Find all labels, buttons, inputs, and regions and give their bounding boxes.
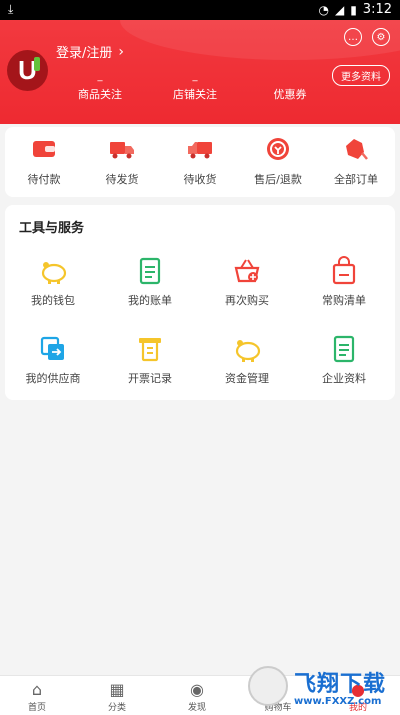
order-label: 待付款	[27, 173, 61, 186]
tool-label: 资金管理	[225, 372, 269, 385]
shopping-bag-icon	[332, 256, 356, 285]
order-pending-payment[interactable]: 待付款	[5, 137, 83, 187]
header-actions: … ⚙	[344, 28, 390, 46]
stat-product-follow[interactable]: _ 商品关注	[65, 70, 135, 102]
tab-category[interactable]: ▦ 分类	[77, 680, 157, 714]
tab-label: 分类	[107, 703, 126, 713]
login-label: 登录/注册	[56, 46, 113, 61]
tool-label: 企业资料	[322, 372, 366, 385]
order-pending-shipment[interactable]: 待发货	[83, 137, 161, 187]
login-register-link[interactable]: 登录/注册 ›	[56, 42, 124, 62]
fund-piggy-icon	[235, 340, 261, 362]
wifi-icon: ◔	[318, 2, 329, 17]
brand-logo-icon: U	[18, 55, 40, 86]
tab-label: 发现	[187, 703, 206, 713]
avatar[interactable]: U	[7, 50, 48, 91]
tool-frequent-list[interactable]: 常购清单	[296, 255, 392, 308]
order-label: 待发货	[105, 173, 139, 186]
grid-icon: ▦	[109, 680, 125, 699]
status-right: ◔ ◢ ▮ 3:12	[318, 2, 392, 17]
home-icon: ⌂	[31, 680, 43, 699]
tool-my-supplier[interactable]: 我的供应商	[5, 333, 101, 386]
tools-card: 工具与服务 我的钱包 我的账单 再次购买 常购清单 我的供应商 开票记录 资金管…	[5, 205, 395, 400]
all-orders-icon	[346, 139, 368, 160]
tool-label: 再次购买	[225, 294, 269, 307]
watermark: 飞翔下载 www.FXXZ.com	[248, 660, 400, 712]
delivery-truck-icon	[188, 142, 212, 159]
tool-label: 开票记录	[128, 372, 172, 385]
tool-fund-management[interactable]: 资金管理	[199, 333, 295, 386]
supplier-icon	[40, 336, 64, 360]
section-title: 工具与服务	[19, 221, 85, 236]
status-time: 3:12	[362, 2, 392, 17]
stats-row: _ 商品关注 _ 店铺关注 优惠券	[60, 70, 350, 104]
tab-label: 首页	[27, 703, 46, 713]
bill-icon	[139, 257, 161, 285]
stat-value: _	[192, 71, 198, 82]
order-label: 全部订单	[334, 173, 378, 186]
profile-header: U 登录/注册 › … ⚙ 更多资料 _ 商品关注 _ 店铺关注 优惠券	[0, 20, 400, 124]
stat-label: 商品关注	[78, 88, 122, 101]
status-bar: ⤓ ◔ ◢ ▮ 3:12	[0, 0, 400, 20]
gear-icon[interactable]: ⚙	[372, 28, 390, 46]
watermark-url: www.FXXZ.com	[294, 695, 382, 707]
stat-value: _	[97, 71, 103, 82]
tool-label: 常购清单	[322, 294, 366, 307]
order-label: 待收货	[183, 173, 217, 186]
tool-label: 我的供应商	[25, 372, 81, 385]
battery-icon: ▮	[350, 2, 357, 17]
tab-home[interactable]: ⌂ 首页	[0, 680, 77, 714]
tab-discover[interactable]: ◉ 发现	[157, 680, 237, 714]
orders-card: 待付款 待发货 待收货 售后/退款 全部订单	[5, 127, 395, 197]
order-after-sales[interactable]: 售后/退款	[239, 137, 317, 187]
watermark-title: 飞翔下载	[294, 670, 387, 696]
tool-my-bill[interactable]: 我的账单	[102, 255, 198, 308]
piggy-bank-icon	[41, 262, 67, 284]
stat-coupons[interactable]: 优惠券	[255, 70, 325, 102]
company-doc-icon	[333, 335, 355, 363]
tool-label: 我的账单	[128, 294, 172, 307]
message-icon[interactable]: …	[344, 28, 362, 46]
tool-buy-again[interactable]: 再次购买	[199, 255, 295, 308]
tool-invoice-records[interactable]: 开票记录	[102, 333, 198, 386]
tool-company-profile[interactable]: 企业资料	[296, 333, 392, 386]
invoice-icon	[139, 338, 161, 362]
watermark-logo-icon	[248, 666, 288, 706]
truck-icon	[110, 142, 134, 159]
order-all[interactable]: 全部订单	[317, 137, 395, 187]
tool-my-wallet[interactable]: 我的钱包	[5, 255, 101, 308]
stat-shop-follow[interactable]: _ 店铺关注	[160, 70, 230, 102]
chevron-right-icon: ›	[118, 43, 124, 60]
order-label: 售后/退款	[254, 173, 302, 186]
order-pending-receipt[interactable]: 待收货	[161, 137, 239, 187]
location-icon: ◉	[190, 680, 204, 699]
signal-icon: ◢	[334, 2, 345, 17]
download-icon: ⤓	[8, 2, 14, 16]
tool-label: 我的钱包	[31, 294, 75, 307]
stat-value	[255, 70, 325, 84]
stat-label: 优惠券	[273, 88, 307, 101]
stat-label: 店铺关注	[173, 88, 217, 101]
refund-icon	[267, 138, 289, 160]
basket-plus-icon	[234, 259, 260, 283]
wallet-icon	[33, 141, 55, 157]
